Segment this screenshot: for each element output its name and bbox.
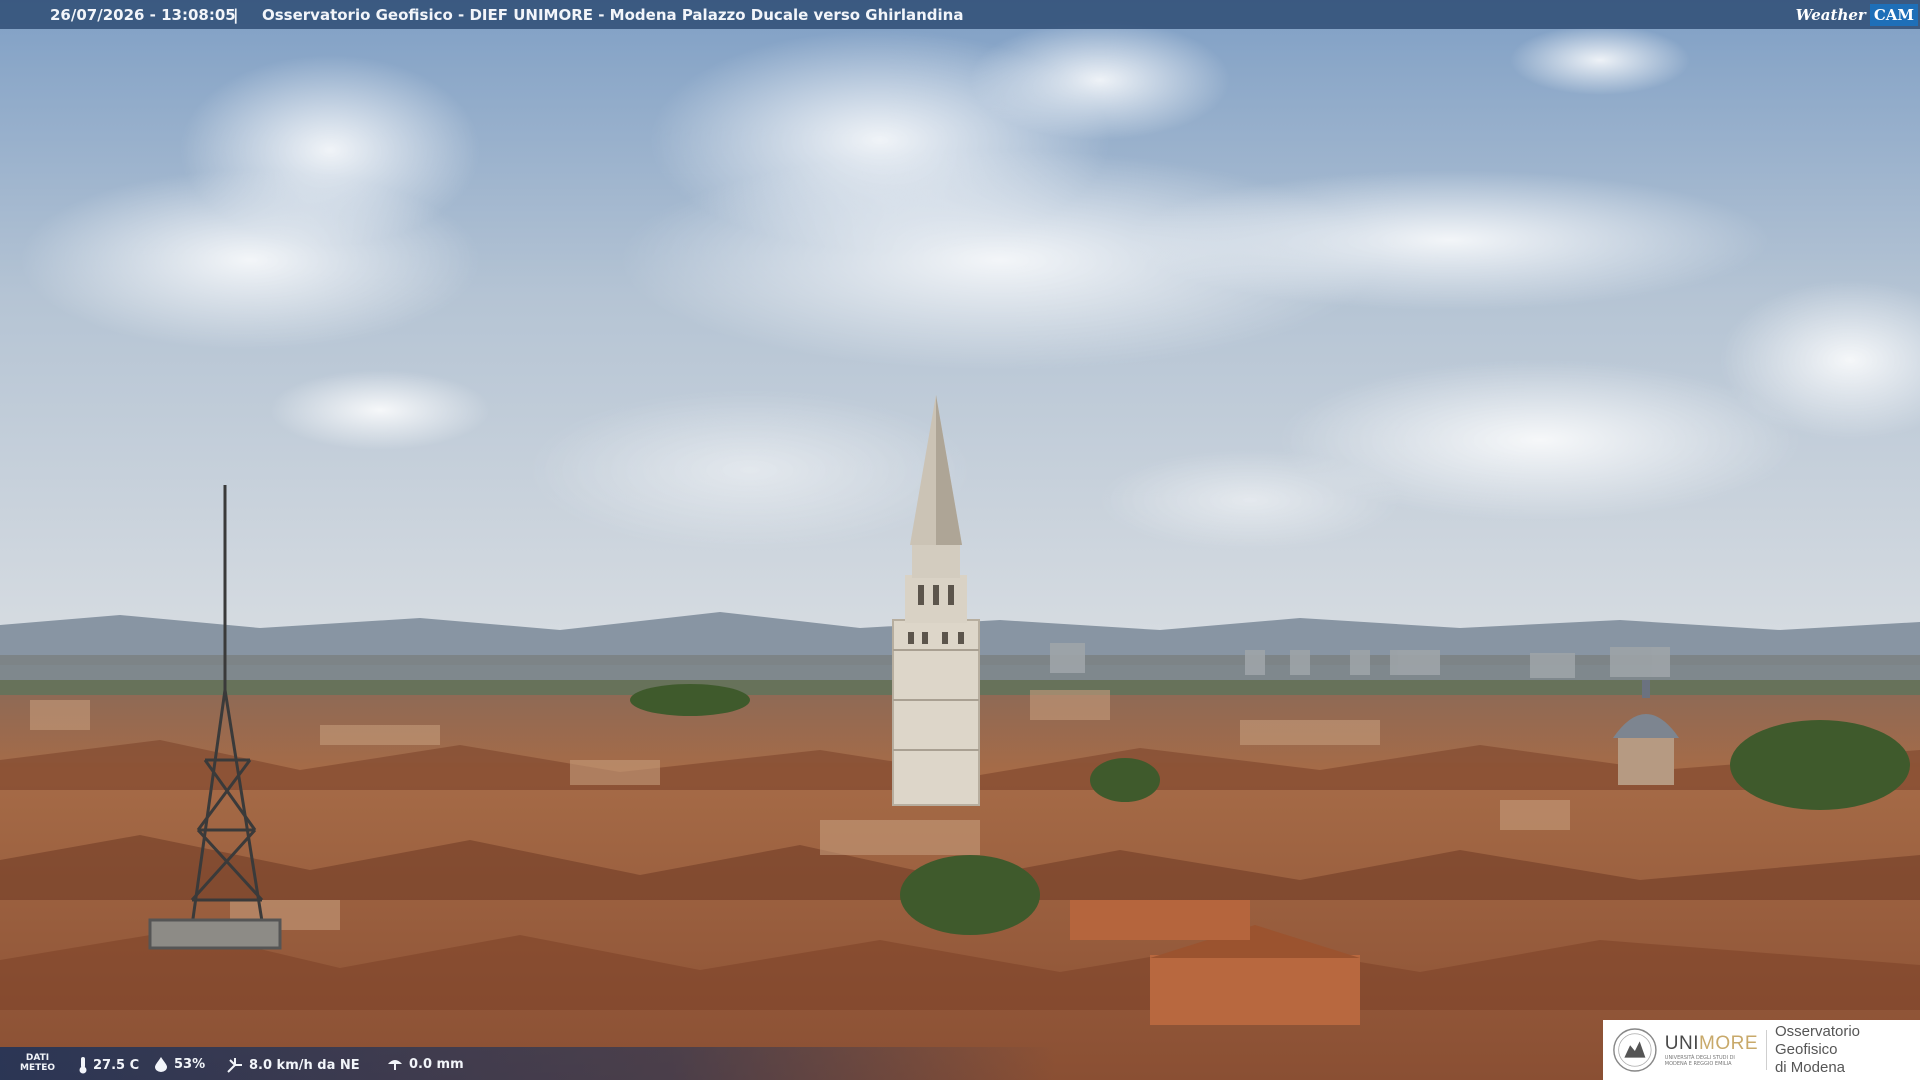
branding-divider: [1766, 1030, 1767, 1070]
webcam-header-bar: 26/07/2026 - 13:08:05 | Osservatorio Geo…: [0, 0, 1920, 29]
observatory-name-line1: Osservatorio Geofisico: [1774, 1023, 1860, 1058]
weather-data-label: DATI METEO: [20, 1053, 55, 1073]
university-name-block: UNIMORE UNIVERSITÀ DEGLI STUDI DI MODENA…: [1665, 1033, 1758, 1067]
rain-value: 0.0 mm: [409, 1056, 464, 1072]
thermometer-icon: [79, 1057, 87, 1074]
wind-icon: [227, 1058, 242, 1073]
university-seal-icon: [1613, 1028, 1657, 1072]
webcam-title: Osservatorio Geofisico - DIEF UNIMORE - …: [262, 6, 964, 24]
webcam-image: [0, 0, 1920, 1080]
header-separator: |: [233, 6, 239, 24]
rain-reading: 0.0 mm: [386, 1056, 464, 1072]
city-skyline-photo: [0, 0, 1920, 1080]
weather-data-label-line2: METEO: [20, 1063, 56, 1073]
weathercam-logo-weather: Weather: [1795, 5, 1866, 24]
unimore-branding: UNIMORE UNIVERSITÀ DEGLI STUDI DI MODENA…: [1603, 1020, 1920, 1080]
university-name: UNIMORE: [1664, 1033, 1759, 1054]
rain-icon: [388, 1060, 402, 1070]
humidity-drop-icon: [155, 1057, 167, 1072]
temperature-reading: 27.5 C: [78, 1056, 139, 1074]
university-name-accent: MORE: [1699, 1033, 1759, 1054]
wind-value: 8.0 km/h da NE: [249, 1057, 360, 1073]
university-subtitle-line2: MODENA E REGGIO EMILIA: [1664, 1061, 1732, 1067]
humidity-value: 53%: [174, 1056, 206, 1072]
observatory-name-block: Osservatorio Geofisico di Modena: [1775, 1023, 1920, 1077]
weathercam-logo-cam: CAM: [1869, 3, 1918, 26]
humidity-reading: 53%: [153, 1056, 205, 1072]
weather-data-label-line1: DATI: [25, 1053, 50, 1063]
wind-reading: 8.0 km/h da NE: [226, 1056, 360, 1074]
weathercam-logo[interactable]: Weather CAM: [1796, 0, 1920, 29]
temperature-value: 27.5 C: [93, 1057, 140, 1073]
observatory-name-line2: di Modena: [1774, 1059, 1846, 1076]
timestamp: 26/07/2026 - 13:08:05: [50, 6, 236, 24]
